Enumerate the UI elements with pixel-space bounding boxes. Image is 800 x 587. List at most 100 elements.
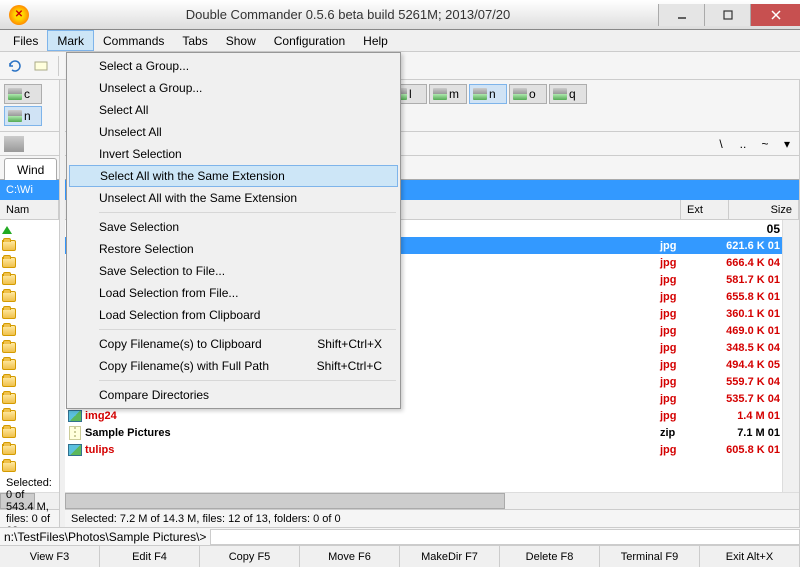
menu-item[interactable]: Unselect All xyxy=(69,121,398,143)
menu-item[interactable]: Unselect All with the Same Extension xyxy=(69,187,398,209)
drive-o[interactable]: o xyxy=(509,84,547,104)
fn-button[interactable]: Edit F4 xyxy=(100,546,200,567)
file-name: tulips xyxy=(85,444,660,456)
mark-menu-dropdown: Select a Group...Unselect a Group...Sele… xyxy=(66,52,401,409)
menu-item[interactable]: Copy Filename(s) with Full PathShift+Ctr… xyxy=(69,355,398,377)
parent-button[interactable]: .. xyxy=(735,136,751,152)
folder-icon xyxy=(2,342,16,353)
minimize-button[interactable] xyxy=(658,4,704,26)
file-row[interactable]: [a xyxy=(0,237,59,254)
file-row[interactable]: [d xyxy=(0,373,59,390)
menu-files[interactable]: Files xyxy=(4,30,47,51)
left-pane: cn Wind C:\Wi Nam [..][a[A[a[a[B[B[C[C[d… xyxy=(0,80,60,527)
file-row[interactable]: [A xyxy=(0,254,59,271)
fn-button[interactable]: Copy F5 xyxy=(200,546,300,567)
drive-letter: l xyxy=(409,87,412,101)
file-size: 494.4 K 05 xyxy=(708,359,782,371)
file-row[interactable]: [a xyxy=(0,271,59,288)
menu-item[interactable]: Compare Directories xyxy=(69,384,398,406)
menu-item[interactable]: Load Selection from File... xyxy=(69,282,398,304)
fn-button[interactable]: View F3 xyxy=(0,546,100,567)
menu-item[interactable]: Save Selection xyxy=(69,216,398,238)
file-row[interactable]: [B xyxy=(0,322,59,339)
menu-commands[interactable]: Commands xyxy=(94,30,173,51)
left-path-bar[interactable]: C:\Wi xyxy=(0,180,59,200)
file-size: 605.8 K 01 xyxy=(708,444,782,456)
menu-separator xyxy=(99,380,396,381)
menu-item[interactable]: Load Selection from Clipboard xyxy=(69,304,398,326)
drive-m[interactable]: m xyxy=(429,84,467,104)
file-size: 655.8 K 01 xyxy=(708,291,782,303)
file-size: 559.7 K 04 xyxy=(708,376,782,388)
close-button[interactable] xyxy=(750,4,800,26)
file-ext: jpg xyxy=(660,325,708,337)
file-row[interactable]: [a xyxy=(0,288,59,305)
menu-help[interactable]: Help xyxy=(354,30,397,51)
drive-n[interactable]: n xyxy=(4,106,42,126)
fn-button[interactable]: MakeDir F7 xyxy=(400,546,500,567)
file-row[interactable]: [Downloaded Installations] xyxy=(0,441,59,458)
fn-button[interactable]: Move F6 xyxy=(300,546,400,567)
col-ext[interactable]: Ext xyxy=(681,200,729,219)
drive-letter: n xyxy=(489,87,496,101)
col-name[interactable]: Nam xyxy=(0,200,59,219)
col-size[interactable]: Size xyxy=(729,200,799,219)
file-row[interactable]: [B xyxy=(0,305,59,322)
folder-icon xyxy=(2,410,16,421)
menu-show[interactable]: Show xyxy=(217,30,265,51)
file-row[interactable]: [C xyxy=(0,339,59,356)
file-row[interactable]: tulipsjpg605.8 K 01 xyxy=(65,441,782,458)
drive-c[interactable]: c xyxy=(4,84,42,104)
root-button[interactable]: \ xyxy=(713,136,729,152)
menu-item[interactable]: Copy Filename(s) to ClipboardShift+Ctrl+… xyxy=(69,333,398,355)
file-row[interactable]: [diagnostics] xyxy=(0,407,59,424)
maximize-button[interactable] xyxy=(704,4,750,26)
menu-item[interactable]: Restore Selection xyxy=(69,238,398,260)
file-row[interactable]: [C xyxy=(0,356,59,373)
drive-letter: q xyxy=(569,87,576,101)
menu-item[interactable]: Select All with the Same Extension xyxy=(69,165,398,187)
left-status: Selected: 0 of 543.4 M, files: 0 of 62, … xyxy=(0,509,59,527)
dropdown-button[interactable]: ▾ xyxy=(779,136,795,152)
tool-button-2[interactable] xyxy=(30,55,52,77)
menu-item[interactable]: Select All xyxy=(69,99,398,121)
home-button[interactable]: ~ xyxy=(757,136,773,152)
menu-mark[interactable]: Mark xyxy=(47,30,94,51)
left-file-list[interactable]: [..][a[A[a[a[B[B[C[C[d[DesktopTileResour… xyxy=(0,220,59,492)
file-size: 581.7 K 01 xyxy=(708,274,782,286)
file-ext: jpg xyxy=(660,291,708,303)
file-row[interactable]: [..] xyxy=(0,220,59,237)
fn-button[interactable]: Delete F8 xyxy=(500,546,600,567)
file-row[interactable]: img24jpg1.4 M 01 xyxy=(65,407,782,424)
drive-n[interactable]: n xyxy=(469,84,507,104)
window-title: Double Commander 0.5.6 beta build 5261M;… xyxy=(38,7,658,22)
file-row[interactable]: [DigitalLocker] xyxy=(0,424,59,441)
hscroll[interactable] xyxy=(65,492,799,509)
fn-button[interactable]: Exit Alt+X xyxy=(700,546,800,567)
left-tab[interactable]: Wind xyxy=(4,158,57,180)
file-row[interactable]: Sample Pictureszip7.1 M 01 xyxy=(65,424,782,441)
file-row[interactable]: [DesktopTileResources] xyxy=(0,390,59,407)
drive-icon xyxy=(4,136,24,152)
drive-icon xyxy=(8,110,22,122)
vscroll[interactable] xyxy=(782,220,799,492)
menu-item[interactable]: Unselect a Group... xyxy=(69,77,398,99)
file-ext: jpg xyxy=(660,393,708,405)
right-status: Selected: 7.2 M of 14.3 M, files: 12 of … xyxy=(65,509,799,527)
file-name: Sample Pictures xyxy=(85,427,660,439)
menu-configuration[interactable]: Configuration xyxy=(265,30,354,51)
command-input[interactable] xyxy=(210,529,800,545)
menu-item[interactable]: Select a Group... xyxy=(69,55,398,77)
drive-q[interactable]: q xyxy=(549,84,587,104)
menu-item[interactable]: Save Selection to File... xyxy=(69,260,398,282)
menu-item[interactable]: Invert Selection xyxy=(69,143,398,165)
file-size: 1.4 M 01 xyxy=(708,410,782,422)
zip-icon xyxy=(69,426,81,440)
menu-separator xyxy=(99,212,396,213)
fn-button[interactable]: Terminal F9 xyxy=(600,546,700,567)
image-icon xyxy=(68,444,82,456)
menu-tabs[interactable]: Tabs xyxy=(173,30,216,51)
folder-icon xyxy=(2,427,16,438)
file-row[interactable]: [en] xyxy=(0,458,59,475)
refresh-button[interactable] xyxy=(4,55,26,77)
